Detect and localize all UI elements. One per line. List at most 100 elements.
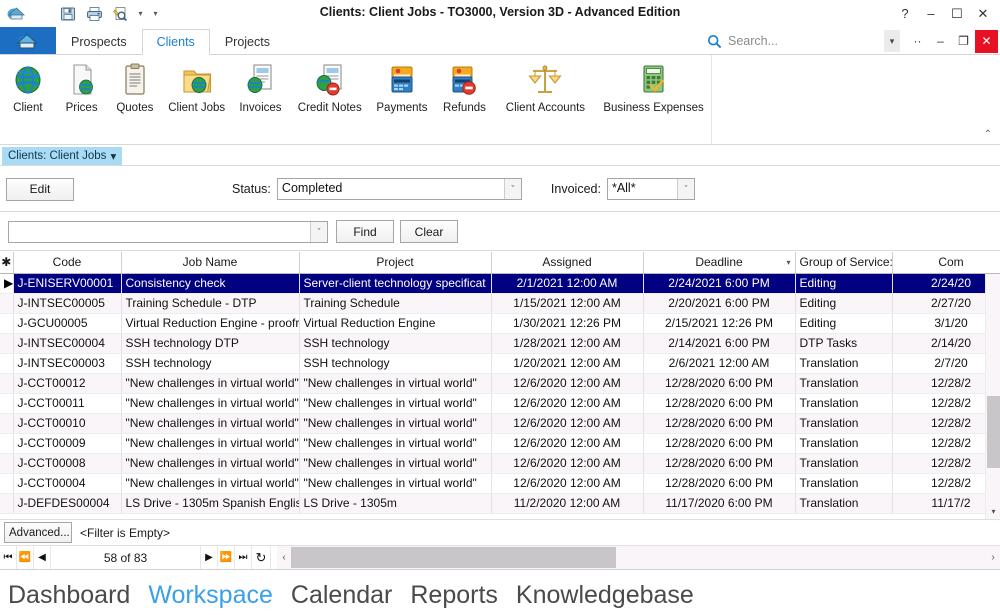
cell-assigned[interactable]: 11/2/2020 12:00 AM [491, 493, 644, 514]
find-button[interactable]: Find [336, 220, 394, 243]
search-query-chevron-down-icon[interactable]: ˇ [310, 221, 327, 242]
tab-clients[interactable]: Clients [141, 29, 210, 55]
advanced-button[interactable]: Advanced... [4, 522, 72, 543]
cell-deadline[interactable]: 12/28/2020 6:00 PM [643, 373, 796, 394]
minimize-button[interactable]: – [918, 1, 944, 27]
cell-project[interactable]: SSH technology [299, 333, 492, 354]
cell-completed[interactable]: 12/28/2 [892, 453, 1000, 474]
cell-deadline[interactable]: 2/24/2021 6:00 PM [643, 273, 796, 294]
cell-group-of-services[interactable]: Translation [795, 373, 893, 394]
cell-group-of-services[interactable]: Translation [795, 493, 893, 514]
ribbon-collapse-icon[interactable]: ⌃ [984, 129, 992, 140]
column-header-completed[interactable]: Com [892, 252, 1000, 274]
cell-deadline[interactable]: 12/28/2020 6:00 PM [643, 393, 796, 414]
column-header-deadline[interactable]: Deadline ▾ [643, 252, 796, 274]
cell-deadline[interactable]: 2/14/2021 6:00 PM [643, 333, 796, 354]
grid-horizontal-scrollbar-thumb[interactable] [291, 547, 616, 568]
table-row[interactable]: J-CCT00008 "New challenges in virtual wor… [0, 453, 1000, 474]
table-row[interactable]: J-DEFDES00004 LS Drive - 1305m Spanish En… [0, 493, 1000, 514]
cell-group-of-services[interactable]: Editing [795, 293, 893, 314]
grid-vertical-scrollbar-thumb[interactable] [987, 396, 1000, 468]
cell-job-name[interactable]: "New challenges in virtual world" articl… [121, 433, 300, 454]
cell-job-name[interactable]: "New challenges in virtual world" articl… [121, 473, 300, 494]
tab-projects[interactable]: Projects [210, 29, 285, 54]
cell-code[interactable]: J-CCT00012 [13, 373, 122, 394]
cell-completed[interactable]: 12/28/2 [892, 473, 1000, 494]
cell-assigned[interactable]: 12/6/2020 12:00 AM [491, 373, 644, 394]
cell-assigned[interactable]: 1/28/2021 12:00 AM [491, 333, 644, 354]
table-row[interactable]: J-CCT00010 "New challenges in virtual wor… [0, 413, 1000, 434]
cell-job-name[interactable]: "New challenges in virtual world" articl… [121, 453, 300, 474]
search-input[interactable]: Search... [728, 34, 878, 48]
cell-code[interactable]: J-INTSEC00003 [13, 353, 122, 374]
cell-assigned[interactable]: 12/6/2020 12:00 AM [491, 433, 644, 454]
ribbon-button-client[interactable]: Client [0, 60, 56, 116]
cell-assigned[interactable]: 2/1/2021 12:00 AM [491, 273, 644, 294]
cell-project[interactable]: LS Drive - 1305m [299, 493, 492, 514]
cell-code[interactable]: J-CCT00009 [13, 433, 122, 454]
bottom-nav-calendar[interactable]: Calendar [291, 581, 392, 610]
cell-group-of-services[interactable]: Editing [795, 313, 893, 334]
maximize-button[interactable]: ☐ [944, 1, 970, 27]
cell-assigned[interactable]: 12/6/2020 12:00 AM [491, 453, 644, 474]
refresh-button[interactable]: ↻ [252, 546, 271, 569]
cell-completed[interactable]: 3/1/20 [892, 313, 1000, 334]
save-icon[interactable] [56, 3, 80, 25]
cell-assigned[interactable]: 12/6/2020 12:00 AM [491, 413, 644, 434]
search-query-input[interactable] [9, 222, 310, 242]
cell-completed[interactable]: 2/14/20 [892, 333, 1000, 354]
cell-group-of-services[interactable]: Translation [795, 393, 893, 414]
app-logo-button[interactable] [0, 27, 56, 54]
previous-page-button[interactable]: ⏪ [17, 546, 34, 569]
cell-deadline[interactable]: 12/28/2020 6:00 PM [643, 473, 796, 494]
cell-deadline[interactable]: 11/17/2020 6:00 PM [643, 493, 796, 514]
cell-group-of-services[interactable]: Translation [795, 413, 893, 434]
search-dropdown-icon[interactable]: ▾ [884, 30, 900, 52]
invoiced-chevron-down-icon[interactable]: ˇ [676, 179, 694, 199]
document-tab-client-jobs[interactable]: Clients: Client Jobs ▾ [2, 147, 123, 165]
cell-completed[interactable]: 12/28/2 [892, 413, 1000, 434]
column-header-assigned[interactable]: Assigned [491, 252, 644, 274]
cell-completed[interactable]: 2/24/20 [892, 273, 1000, 294]
previous-record-button[interactable]: ◀ [34, 546, 51, 569]
customize-quick-access-icon[interactable]: ▾ [149, 3, 162, 25]
ribbon-button-invoices[interactable]: Invoices [231, 60, 290, 116]
document-close-button[interactable]: ✕ [975, 29, 998, 53]
cell-group-of-services[interactable]: Editing [795, 273, 893, 294]
cell-deadline[interactable]: 2/15/2021 12:26 PM [643, 313, 796, 334]
first-record-button[interactable]: ⏮ [0, 546, 17, 569]
column-header-job-name[interactable]: Job Name [121, 252, 300, 274]
cell-job-name[interactable]: Training Schedule - DTP [121, 293, 300, 314]
clear-button[interactable]: Clear [400, 220, 458, 243]
cell-group-of-services[interactable]: Translation [795, 433, 893, 454]
close-button[interactable]: ✕ [970, 1, 996, 27]
cell-project[interactable]: "New challenges in virtual world" [299, 413, 492, 434]
tab-prospects[interactable]: Prospects [56, 29, 142, 54]
cell-completed[interactable]: 12/28/2 [892, 433, 1000, 454]
cell-job-name[interactable]: Consistency check [121, 273, 300, 294]
search-box[interactable]: Search... ▾ [707, 30, 900, 52]
column-header-group-of-services[interactable]: Group of Service: [795, 252, 893, 274]
cell-project[interactable]: Virtual Reduction Engine [299, 313, 492, 334]
cell-project[interactable]: "New challenges in virtual world" [299, 393, 492, 414]
cell-project[interactable]: Training Schedule [299, 293, 492, 314]
status-select[interactable]: Completed ˇ [276, 178, 522, 200]
cell-job-name[interactable]: "New challenges in virtual world" articl… [121, 373, 300, 394]
cell-code[interactable]: J-ENISERV00001 [13, 273, 122, 294]
help-button[interactable]: ? [892, 1, 918, 27]
table-row[interactable]: J-GCU00005 Virtual Reduction Engine - pro… [0, 313, 1000, 334]
cell-project[interactable]: SSH technology [299, 353, 492, 374]
print-preview-icon[interactable] [108, 3, 132, 25]
document-restore-button[interactable]: ·· [906, 30, 929, 53]
cell-job-name[interactable]: SSH technology [121, 353, 300, 374]
cell-completed[interactable]: 2/27/20 [892, 293, 1000, 314]
cell-completed[interactable]: 12/28/2 [892, 393, 1000, 414]
bottom-nav-reports[interactable]: Reports [410, 581, 498, 610]
scroll-right-icon[interactable]: › [986, 546, 1000, 569]
cell-assigned[interactable]: 12/6/2020 12:00 AM [491, 473, 644, 494]
cell-job-name[interactable]: LS Drive - 1305m Spanish English [121, 493, 300, 514]
cell-deadline[interactable]: 12/28/2020 6:00 PM [643, 413, 796, 434]
table-row[interactable]: J-INTSEC00004 SSH technology DTP SSH techn… [0, 333, 1000, 354]
cell-project[interactable]: "New challenges in virtual world" [299, 373, 492, 394]
cell-group-of-services[interactable]: DTP Tasks [795, 333, 893, 354]
